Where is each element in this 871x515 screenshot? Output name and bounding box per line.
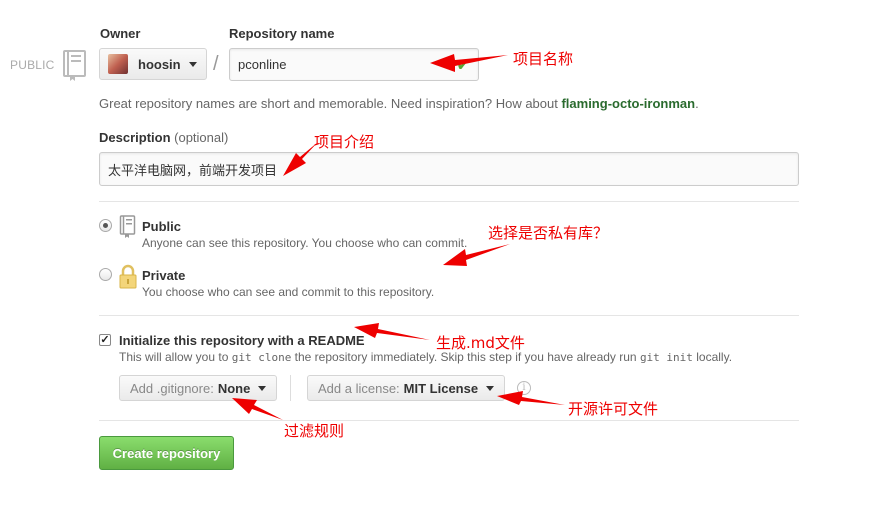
repo-name-input[interactable] — [229, 48, 479, 81]
owner-value: hoosin — [138, 56, 181, 72]
annotation-repo-name: 项目名称 — [513, 50, 574, 68]
description-label: Description (optional) — [99, 130, 229, 145]
gitignore-select[interactable]: Add .gitignore: None — [119, 375, 278, 401]
divider — [99, 315, 799, 316]
readme-desc: This will allow you to git clone the rep… — [119, 350, 733, 364]
arrow-to-license — [497, 391, 565, 405]
name-hint: Great repository names are short and mem… — [99, 96, 699, 111]
owner-label: Owner — [100, 26, 141, 41]
divider — [99, 420, 799, 421]
arrow-to-readme — [354, 323, 430, 340]
license-value: MIT License — [403, 380, 479, 396]
annotation-description: 项目介绍 — [314, 133, 375, 151]
chevron-down-icon — [486, 385, 495, 391]
annotation-visibility: 选择是否私有库？ — [488, 224, 609, 242]
readme-checkbox[interactable]: ✓ — [99, 334, 111, 346]
repo-book-icon — [63, 50, 86, 81]
public-radio[interactable] — [99, 219, 112, 232]
optional-tag: (optional) — [174, 130, 229, 145]
info-icon[interactable]: i — [517, 381, 531, 395]
public-option-title: Public — [142, 219, 182, 234]
annotation-readme: 生成.md文件 — [436, 334, 525, 352]
chevron-down-icon — [188, 61, 197, 67]
owner-select[interactable]: hoosin — [99, 48, 207, 80]
gitignore-value: None — [217, 380, 251, 396]
readme-label: Initialize this repository with a README — [119, 333, 365, 348]
annotation-license: 开源许可文件 — [568, 400, 659, 418]
visibility-tag: PUBLIC — [10, 58, 55, 72]
check-icon: ✔ — [457, 57, 469, 73]
description-input[interactable] — [99, 152, 799, 186]
divider — [99, 201, 799, 202]
owner-name-separator: / — [213, 53, 219, 75]
arrow-to-gitignore — [232, 398, 283, 420]
lock-icon — [119, 264, 137, 289]
private-option-desc: You choose who can see and commit to thi… — [142, 285, 435, 299]
public-option-desc: Anyone can see this repository. You choo… — [142, 236, 468, 250]
private-option-title: Private — [142, 268, 186, 283]
private-radio[interactable] — [99, 268, 112, 281]
repo-name-label: Repository name — [229, 26, 335, 41]
create-repository-button[interactable]: Create repository — [99, 436, 234, 470]
license-select[interactable]: Add a license: MIT License — [307, 375, 506, 401]
avatar — [108, 54, 128, 74]
chevron-down-icon — [258, 385, 267, 391]
annotation-gitignore: 过滤规则 — [284, 422, 345, 440]
repo-book-icon — [119, 215, 136, 238]
select-separator — [290, 375, 291, 401]
name-suggestion-link[interactable]: flaming-octo-ironman — [561, 96, 695, 111]
